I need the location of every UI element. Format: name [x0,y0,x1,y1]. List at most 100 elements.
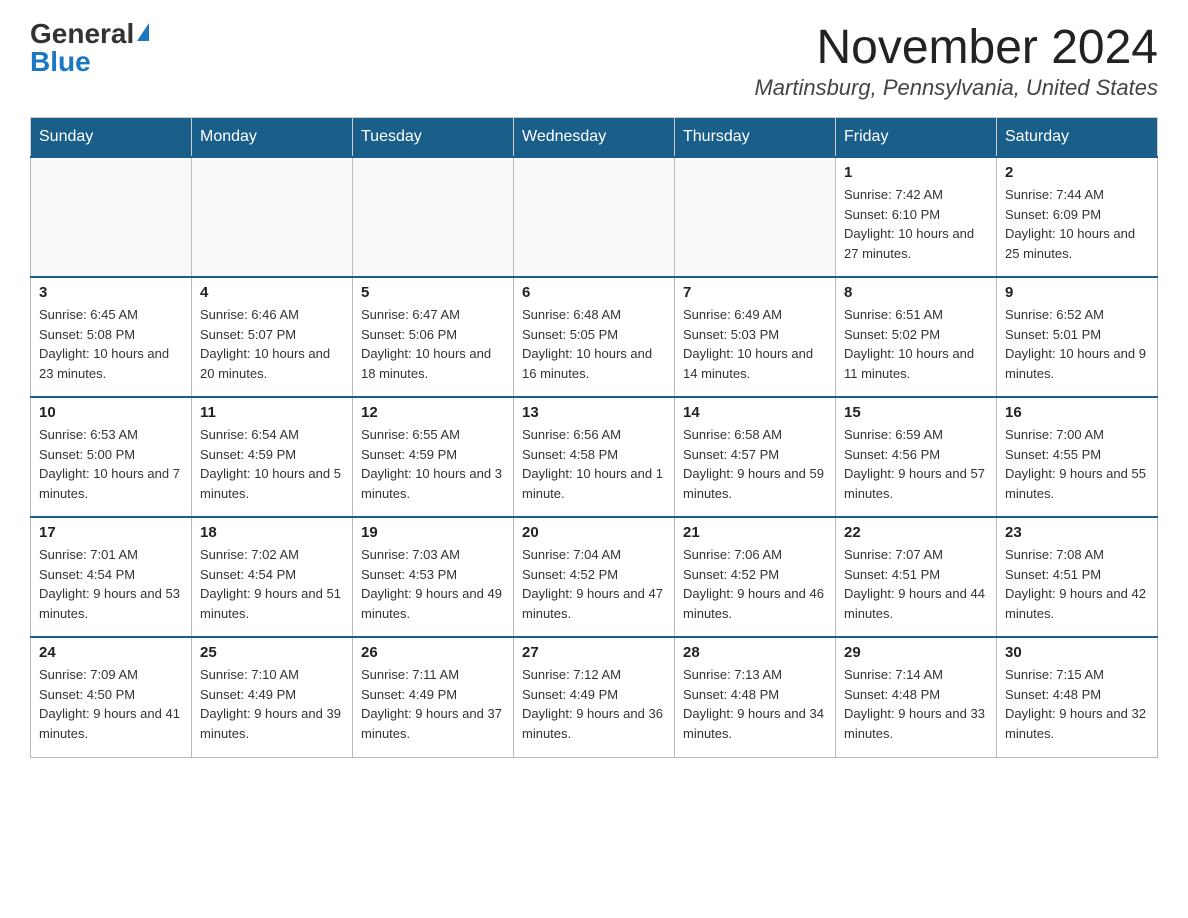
calendar-week-row: 1Sunrise: 7:42 AM Sunset: 6:10 PM Daylig… [31,157,1158,277]
table-row: 20 Sunrise: 7:04 AM Sunset: 4:52 PM Dayli… [514,517,675,637]
day-detail: Sunrise: 6:49 AM Sunset: 5:03 PM Dayligh… [683,305,827,383]
day-number: 20 [522,524,666,541]
table-row: 28 Sunrise: 7:13 AM Sunset: 4:48 PM Dayli… [675,637,836,757]
table-row: 15 Sunrise: 6:59 AM Sunset: 4:56 PM Dayli… [836,397,997,517]
table-row: 22 Sunrise: 7:07 AM Sunset: 4:51 PM Dayli… [836,517,997,637]
table-row: 26 Sunrise: 7:11 AM Sunset: 4:49 PM Dayli… [353,637,514,757]
day-detail: Sunrise: 6:54 AM Sunset: 4:59 PM Dayligh… [200,425,344,503]
table-row [353,157,514,277]
day-number: 28 [683,644,827,661]
day-detail: Sunrise: 6:58 AM Sunset: 4:57 PM Dayligh… [683,425,827,503]
day-number: 19 [361,524,505,541]
col-sunday: Sunday [31,118,192,158]
calendar-week-row: 10 Sunrise: 6:53 AM Sunset: 5:00 PM Dayli… [31,397,1158,517]
calendar-header-row: Sunday Monday Tuesday Wednesday Thursday… [31,118,1158,158]
table-row: 19 Sunrise: 7:03 AM Sunset: 4:53 PM Dayli… [353,517,514,637]
table-row: 7 Sunrise: 6:49 AM Sunset: 5:03 PM Daylig… [675,277,836,397]
day-detail: Sunrise: 6:47 AM Sunset: 5:06 PM Dayligh… [361,305,505,383]
day-number: 18 [200,524,344,541]
day-number: 17 [39,524,183,541]
table-row: 10 Sunrise: 6:53 AM Sunset: 5:00 PM Dayli… [31,397,192,517]
table-row: 27 Sunrise: 7:12 AM Sunset: 4:49 PM Dayli… [514,637,675,757]
col-wednesday: Wednesday [514,118,675,158]
day-number: 15 [844,404,988,421]
day-detail: Sunrise: 6:56 AM Sunset: 4:58 PM Dayligh… [522,425,666,503]
day-detail: Sunrise: 7:09 AM Sunset: 4:50 PM Dayligh… [39,665,183,743]
day-detail: Sunrise: 7:12 AM Sunset: 4:49 PM Dayligh… [522,665,666,743]
day-number: 4 [200,284,344,301]
day-detail: Sunrise: 6:51 AM Sunset: 5:02 PM Dayligh… [844,305,988,383]
table-row: 11 Sunrise: 6:54 AM Sunset: 4:59 PM Dayli… [192,397,353,517]
page-header: General Blue November 2024 Martinsburg, … [30,20,1158,101]
col-monday: Monday [192,118,353,158]
day-number: 12 [361,404,505,421]
table-row: 1Sunrise: 7:42 AM Sunset: 6:10 PM Daylig… [836,157,997,277]
table-row: 4 Sunrise: 6:46 AM Sunset: 5:07 PM Daylig… [192,277,353,397]
day-number: 30 [1005,644,1149,661]
table-row: 6 Sunrise: 6:48 AM Sunset: 5:05 PM Daylig… [514,277,675,397]
table-row: 16 Sunrise: 7:00 AM Sunset: 4:55 PM Dayli… [997,397,1158,517]
logo-triangle-icon [137,23,149,41]
day-number: 21 [683,524,827,541]
col-tuesday: Tuesday [353,118,514,158]
day-detail: Sunrise: 7:04 AM Sunset: 4:52 PM Dayligh… [522,545,666,623]
calendar-subtitle: Martinsburg, Pennsylvania, United States [754,75,1158,101]
day-number: 6 [522,284,666,301]
table-row: 2Sunrise: 7:44 AM Sunset: 6:09 PM Daylig… [997,157,1158,277]
day-detail: Sunrise: 6:59 AM Sunset: 4:56 PM Dayligh… [844,425,988,503]
calendar-table: Sunday Monday Tuesday Wednesday Thursday… [30,117,1158,758]
day-detail: Sunrise: 7:14 AM Sunset: 4:48 PM Dayligh… [844,665,988,743]
day-detail: Sunrise: 7:01 AM Sunset: 4:54 PM Dayligh… [39,545,183,623]
day-number: 3 [39,284,183,301]
calendar-week-row: 17 Sunrise: 7:01 AM Sunset: 4:54 PM Dayli… [31,517,1158,637]
day-detail: Sunrise: 7:44 AM Sunset: 6:09 PM Dayligh… [1005,185,1149,263]
day-detail: Sunrise: 7:00 AM Sunset: 4:55 PM Dayligh… [1005,425,1149,503]
day-detail: Sunrise: 7:03 AM Sunset: 4:53 PM Dayligh… [361,545,505,623]
table-row: 14 Sunrise: 6:58 AM Sunset: 4:57 PM Dayli… [675,397,836,517]
day-detail: Sunrise: 7:11 AM Sunset: 4:49 PM Dayligh… [361,665,505,743]
day-number: 8 [844,284,988,301]
day-detail: Sunrise: 7:13 AM Sunset: 4:48 PM Dayligh… [683,665,827,743]
day-detail: Sunrise: 6:46 AM Sunset: 5:07 PM Dayligh… [200,305,344,383]
table-row [675,157,836,277]
calendar-title: November 2024 [754,20,1158,75]
day-detail: Sunrise: 6:48 AM Sunset: 5:05 PM Dayligh… [522,305,666,383]
table-row: 9Sunrise: 6:52 AM Sunset: 5:01 PM Daylig… [997,277,1158,397]
day-number: 14 [683,404,827,421]
logo: General Blue [30,20,149,76]
table-row: 13 Sunrise: 6:56 AM Sunset: 4:58 PM Dayli… [514,397,675,517]
day-number: 11 [200,404,344,421]
day-detail: Sunrise: 6:53 AM Sunset: 5:00 PM Dayligh… [39,425,183,503]
day-number: 10 [39,404,183,421]
col-thursday: Thursday [675,118,836,158]
title-area: November 2024 Martinsburg, Pennsylvania,… [754,20,1158,101]
logo-general: General [30,20,149,48]
day-number: 13 [522,404,666,421]
day-detail: Sunrise: 7:07 AM Sunset: 4:51 PM Dayligh… [844,545,988,623]
table-row [514,157,675,277]
day-number: 5 [361,284,505,301]
day-number: 22 [844,524,988,541]
day-detail: Sunrise: 7:10 AM Sunset: 4:49 PM Dayligh… [200,665,344,743]
day-detail: Sunrise: 6:45 AM Sunset: 5:08 PM Dayligh… [39,305,183,383]
table-row: 23Sunrise: 7:08 AM Sunset: 4:51 PM Dayli… [997,517,1158,637]
table-row: 5 Sunrise: 6:47 AM Sunset: 5:06 PM Daylig… [353,277,514,397]
day-detail: Sunrise: 7:02 AM Sunset: 4:54 PM Dayligh… [200,545,344,623]
table-row: 8 Sunrise: 6:51 AM Sunset: 5:02 PM Daylig… [836,277,997,397]
day-detail: Sunrise: 7:06 AM Sunset: 4:52 PM Dayligh… [683,545,827,623]
day-number: 24 [39,644,183,661]
day-number: 9 [1005,284,1149,301]
day-detail: Sunrise: 7:08 AM Sunset: 4:51 PM Dayligh… [1005,545,1149,623]
day-detail: Sunrise: 7:15 AM Sunset: 4:48 PM Dayligh… [1005,665,1149,743]
day-number: 29 [844,644,988,661]
table-row [192,157,353,277]
day-number: 26 [361,644,505,661]
calendar-week-row: 24 Sunrise: 7:09 AM Sunset: 4:50 PM Dayli… [31,637,1158,757]
logo-blue: Blue [30,48,149,76]
table-row: 3 Sunrise: 6:45 AM Sunset: 5:08 PM Daylig… [31,277,192,397]
day-number: 27 [522,644,666,661]
table-row: 12Sunrise: 6:55 AM Sunset: 4:59 PM Dayli… [353,397,514,517]
table-row: 17 Sunrise: 7:01 AM Sunset: 4:54 PM Dayli… [31,517,192,637]
day-number: 16 [1005,404,1149,421]
day-number: 7 [683,284,827,301]
